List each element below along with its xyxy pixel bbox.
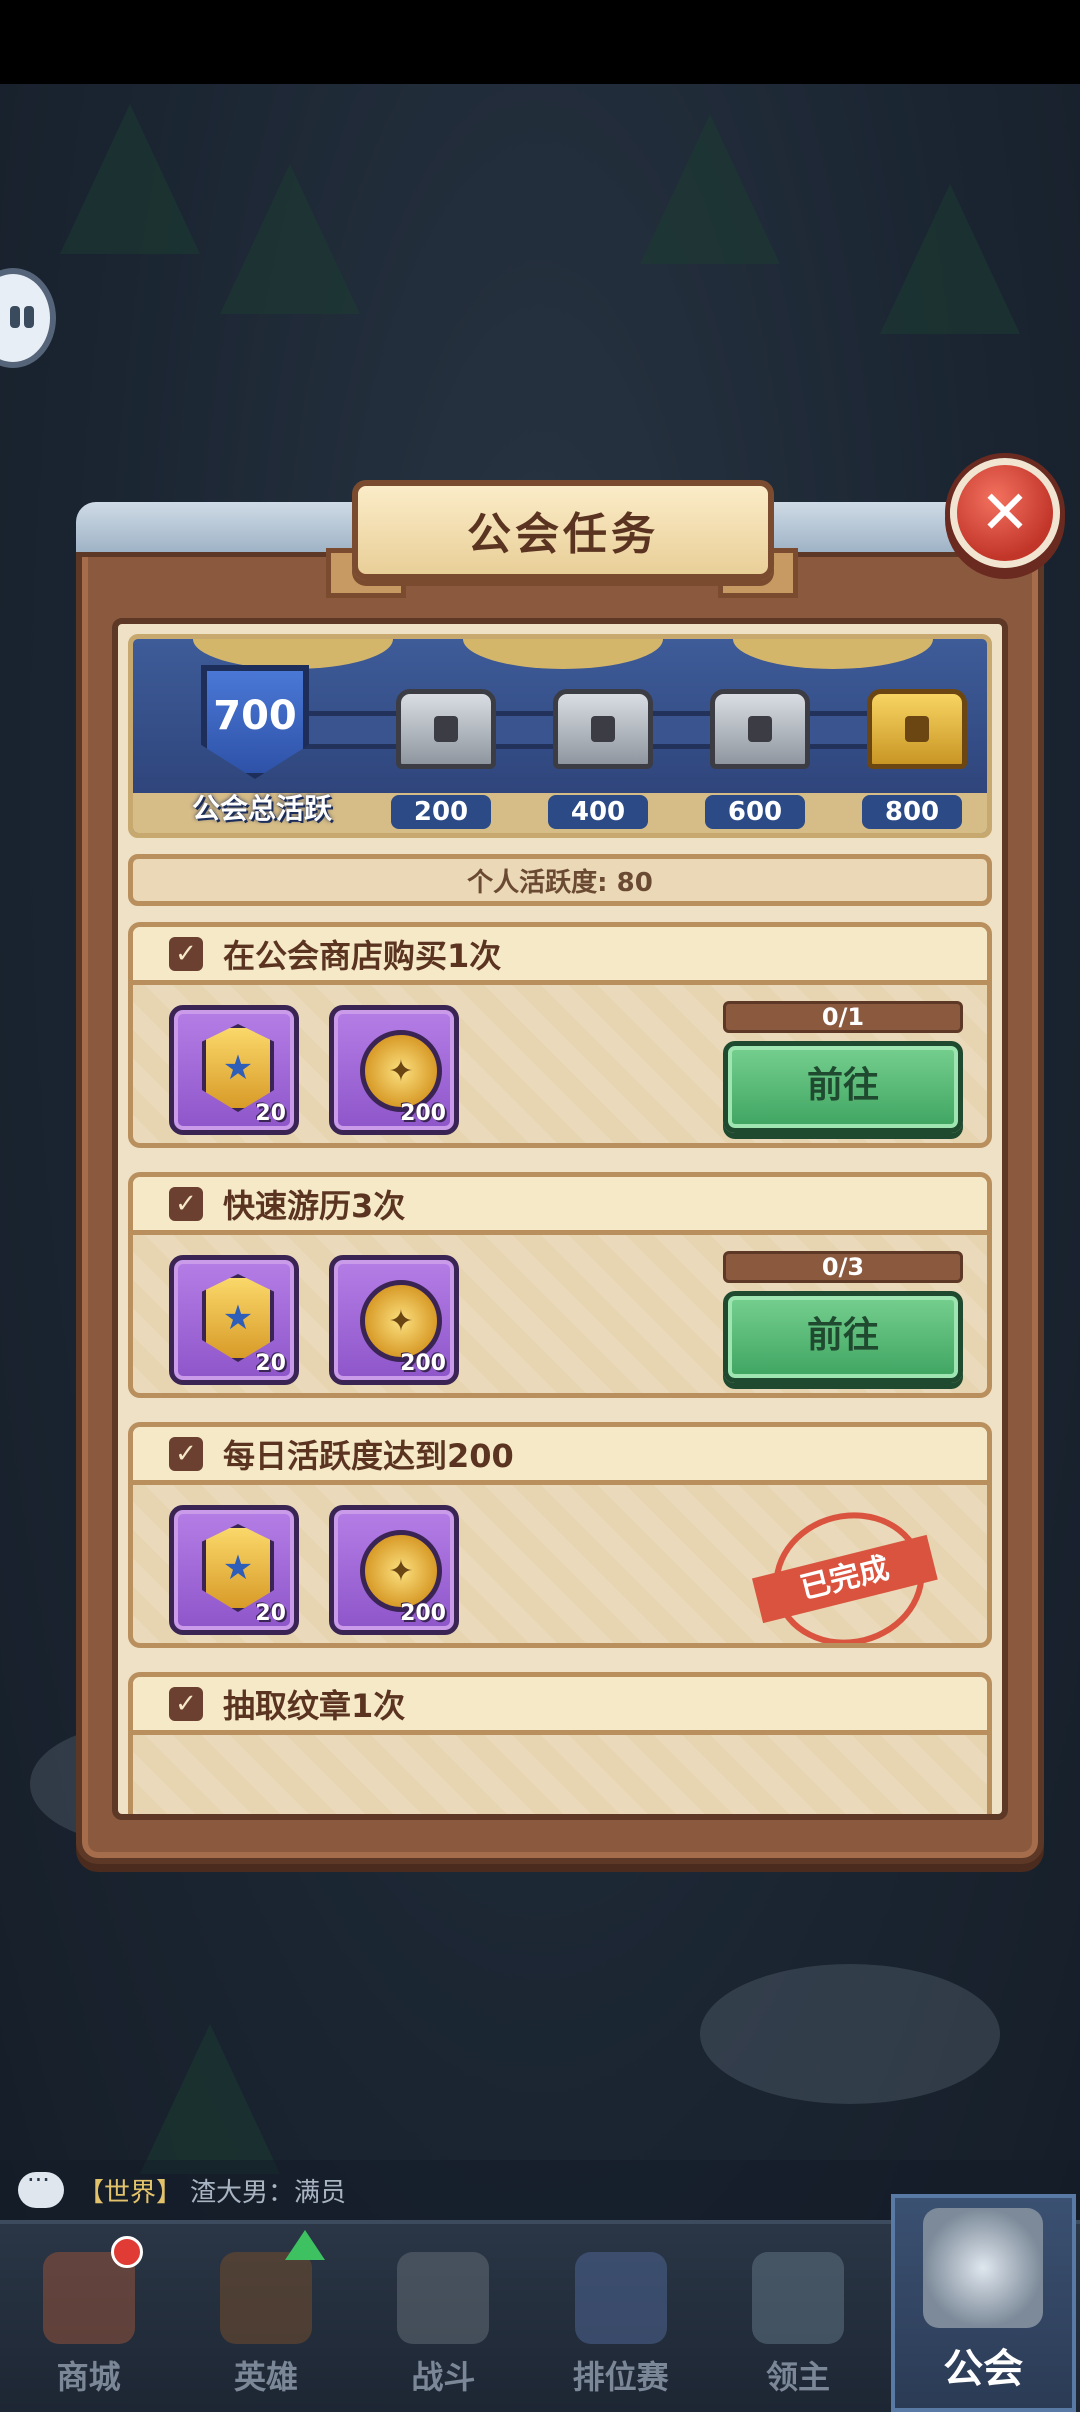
panel-title: 公会任务 xyxy=(352,480,774,580)
task-card: ✓ 抽取纹章1次 xyxy=(128,1672,992,1814)
chat-channel: 【世界】 xyxy=(78,2177,183,2208)
nav-item-shop[interactable]: 商城 xyxy=(0,2224,177,2412)
curtain-drape xyxy=(193,639,393,669)
nav-item-ranking[interactable]: 排位赛 xyxy=(532,2224,709,2412)
curtain-drape xyxy=(463,639,663,669)
guild-activity-total: 700 xyxy=(213,693,297,739)
nav-item-battle[interactable]: 战斗 xyxy=(355,2224,532,2412)
guild-activity-track: 700 公会总活跃 200 400 600 800 xyxy=(128,634,992,838)
task-title: 在公会商店购买1次 xyxy=(223,936,502,975)
gold-chest-icon[interactable] xyxy=(867,689,967,769)
nav-item-hero[interactable]: 英雄 xyxy=(177,2224,354,2412)
upgrade-arrow-icon xyxy=(284,2230,325,2260)
personal-activity: 个人活跃度: 80 xyxy=(128,854,992,906)
guild-icon xyxy=(923,2208,1044,2328)
reward-slot[interactable]: ✦ 200 xyxy=(329,1005,459,1135)
coin-icon: ✦ xyxy=(360,1530,442,1612)
guild-activity-label: 公会总活跃 xyxy=(191,792,332,825)
guild-activity-shield-icon: 700 xyxy=(201,665,309,779)
milestone-400: 400 xyxy=(548,795,648,829)
guild-tasks-panel: 700 公会总活跃 200 400 600 800 个人活跃度: 80 ✓ 在公… xyxy=(76,502,1044,1864)
nav-item-guild[interactable]: 公会 xyxy=(890,2194,1076,2412)
milestone-800: 800 xyxy=(862,795,962,829)
reward-quantity: 200 xyxy=(400,1351,446,1376)
reward-slot[interactable]: ✦ 200 xyxy=(329,1255,459,1385)
task-header: ✓ 抽取纹章1次 xyxy=(133,1677,987,1735)
lock-icon xyxy=(905,716,929,742)
go-button[interactable]: 前往 xyxy=(723,1041,963,1133)
bottom-nav: 商城 英雄 战斗 排位赛 领主 公会 xyxy=(0,2194,1080,2412)
curtain-drape xyxy=(733,639,933,669)
reward-slot[interactable]: ★ 20 xyxy=(169,1255,299,1385)
badge-icon: ★ xyxy=(202,1524,274,1612)
task-card: ✓ 在公会商店购买1次 ★ 20 ✦ 200 0/1 前往 xyxy=(128,922,992,1148)
battle-icon xyxy=(397,2252,490,2344)
hero-icon xyxy=(219,2252,312,2344)
milestone-200: 200 xyxy=(391,795,491,829)
task-card: ✓ 快速游历3次 ★ 20 ✦ 200 0/3 前往 xyxy=(128,1172,992,1398)
coin-icon: ✦ xyxy=(360,1030,442,1112)
task-header: ✓ 快速游历3次 xyxy=(133,1177,987,1235)
reward-slot[interactable]: ★ 20 xyxy=(169,1505,299,1635)
nav-label: 战斗 xyxy=(411,2358,476,2396)
completed-stamp: 已完成 xyxy=(751,1496,939,1643)
checkbox-icon: ✓ xyxy=(169,1436,203,1471)
chat-icon[interactable] xyxy=(18,2166,64,2208)
reward-slot[interactable]: ✦ 200 xyxy=(329,1505,459,1635)
task-progress: 0/3 xyxy=(723,1251,963,1283)
close-button[interactable]: ✕ xyxy=(950,458,1060,568)
go-button[interactable]: 前往 xyxy=(723,1291,963,1383)
silver-chest-icon[interactable] xyxy=(553,689,653,769)
lock-icon xyxy=(591,716,615,742)
nav-label: 公会 xyxy=(943,2346,1024,2392)
lock-icon xyxy=(434,716,458,742)
reward-quantity: 20 xyxy=(255,1351,286,1376)
nav-label: 排位赛 xyxy=(572,2358,669,2396)
reward-quantity: 20 xyxy=(255,1101,286,1126)
badge-icon: ★ xyxy=(202,1024,274,1112)
task-progress: 0/1 xyxy=(723,1001,963,1033)
silver-chest-icon[interactable] xyxy=(396,689,496,769)
reward-quantity: 20 xyxy=(255,1601,286,1626)
notification-dot xyxy=(111,2236,144,2268)
reward-slot[interactable]: ★ 20 xyxy=(169,1005,299,1135)
milestone-600: 600 xyxy=(705,795,805,829)
lock-icon xyxy=(748,716,772,742)
panel-content: 700 公会总活跃 200 400 600 800 个人活跃度: 80 ✓ 在公… xyxy=(112,618,1008,1820)
completed-label: 已完成 xyxy=(751,1534,938,1624)
task-card: ✓ 每日活跃度达到200 ★ 20 ✦ 200 已完成 xyxy=(128,1422,992,1648)
ranking-icon xyxy=(574,2252,667,2344)
badge-icon: ★ xyxy=(202,1274,274,1362)
checkbox-icon: ✓ xyxy=(169,1186,203,1221)
nav-label: 领主 xyxy=(765,2358,830,2396)
chat-message: 渣大男：满员 xyxy=(190,2177,347,2208)
coin-icon: ✦ xyxy=(360,1280,442,1362)
task-header: ✓ 每日活跃度达到200 xyxy=(133,1427,987,1485)
task-title: 每日活跃度达到200 xyxy=(223,1436,514,1475)
silver-chest-icon[interactable] xyxy=(710,689,810,769)
nav-label: 商城 xyxy=(56,2358,121,2396)
task-title: 快速游历3次 xyxy=(223,1186,406,1225)
reward-quantity: 200 xyxy=(400,1101,446,1126)
checkbox-icon: ✓ xyxy=(169,1686,203,1721)
nav-label: 英雄 xyxy=(233,2358,298,2396)
task-header: ✓ 在公会商店购买1次 xyxy=(133,927,987,985)
checkbox-icon: ✓ xyxy=(169,936,203,971)
lord-icon xyxy=(751,2252,844,2344)
nav-item-lord[interactable]: 领主 xyxy=(709,2224,886,2412)
task-title: 抽取纹章1次 xyxy=(223,1686,406,1725)
reward-quantity: 200 xyxy=(400,1601,446,1626)
